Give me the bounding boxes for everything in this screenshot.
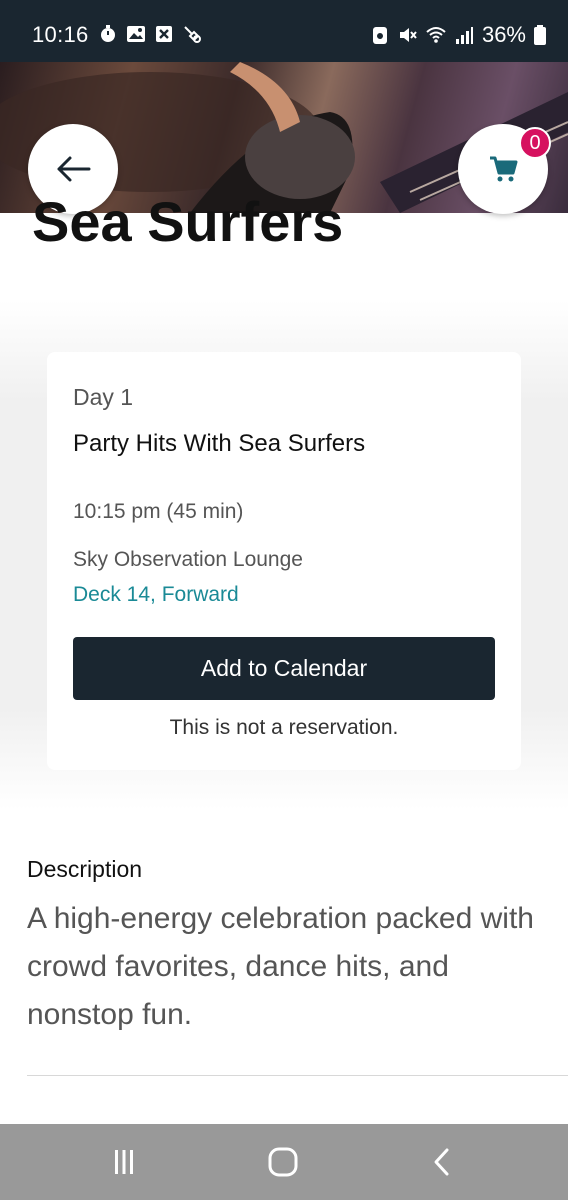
- event-venue: Sky Observation Lounge: [73, 548, 303, 571]
- add-to-calendar-button[interactable]: Add to Calendar: [73, 637, 495, 700]
- mute-icon: [399, 28, 417, 42]
- status-bar: 10:16 36%: [0, 0, 568, 62]
- divider: [27, 1075, 568, 1076]
- recents-button[interactable]: [104, 1142, 144, 1182]
- timer-icon: [101, 25, 115, 42]
- system-back-button[interactable]: [422, 1142, 462, 1182]
- event-name: Party Hits With Sea Surfers: [73, 430, 366, 457]
- back-icon: [434, 1148, 449, 1176]
- cart-icon: [490, 156, 518, 182]
- reservation-note: This is not a reservation.: [169, 716, 399, 739]
- event-time: 10:15 pm (45 min): [73, 500, 244, 523]
- description-text: A high-energy celebration packed with cr…: [27, 902, 534, 1031]
- system-icons: 36%: [370, 22, 546, 48]
- data-saver-icon: [372, 27, 387, 44]
- battery-icon: [534, 25, 546, 45]
- tool-icon: [184, 26, 201, 43]
- event-card: Day 1 Party Hits With Sea Surfers 10:15 …: [47, 352, 521, 770]
- cart-count-badge: 0: [519, 127, 551, 159]
- gallery-icon: [127, 26, 145, 42]
- system-nav-bar: [0, 1124, 568, 1200]
- home-icon: [268, 1147, 298, 1177]
- notification-icons: [98, 24, 202, 44]
- description-heading: Description: [27, 856, 143, 882]
- event-deck-link[interactable]: Deck 14, Forward: [73, 583, 239, 607]
- status-time: 10:16: [32, 22, 89, 47]
- signal-icon: [455, 27, 473, 44]
- battery-percentage: 36%: [481, 22, 526, 47]
- recents-icon: [115, 1150, 133, 1174]
- event-day: Day 1: [73, 384, 134, 410]
- home-button[interactable]: [263, 1142, 303, 1182]
- blocked-notification-icon: [156, 26, 172, 42]
- arrow-left-icon: [57, 156, 91, 182]
- page-title: Sea Surfers: [32, 190, 344, 253]
- wifi-icon: [426, 27, 446, 43]
